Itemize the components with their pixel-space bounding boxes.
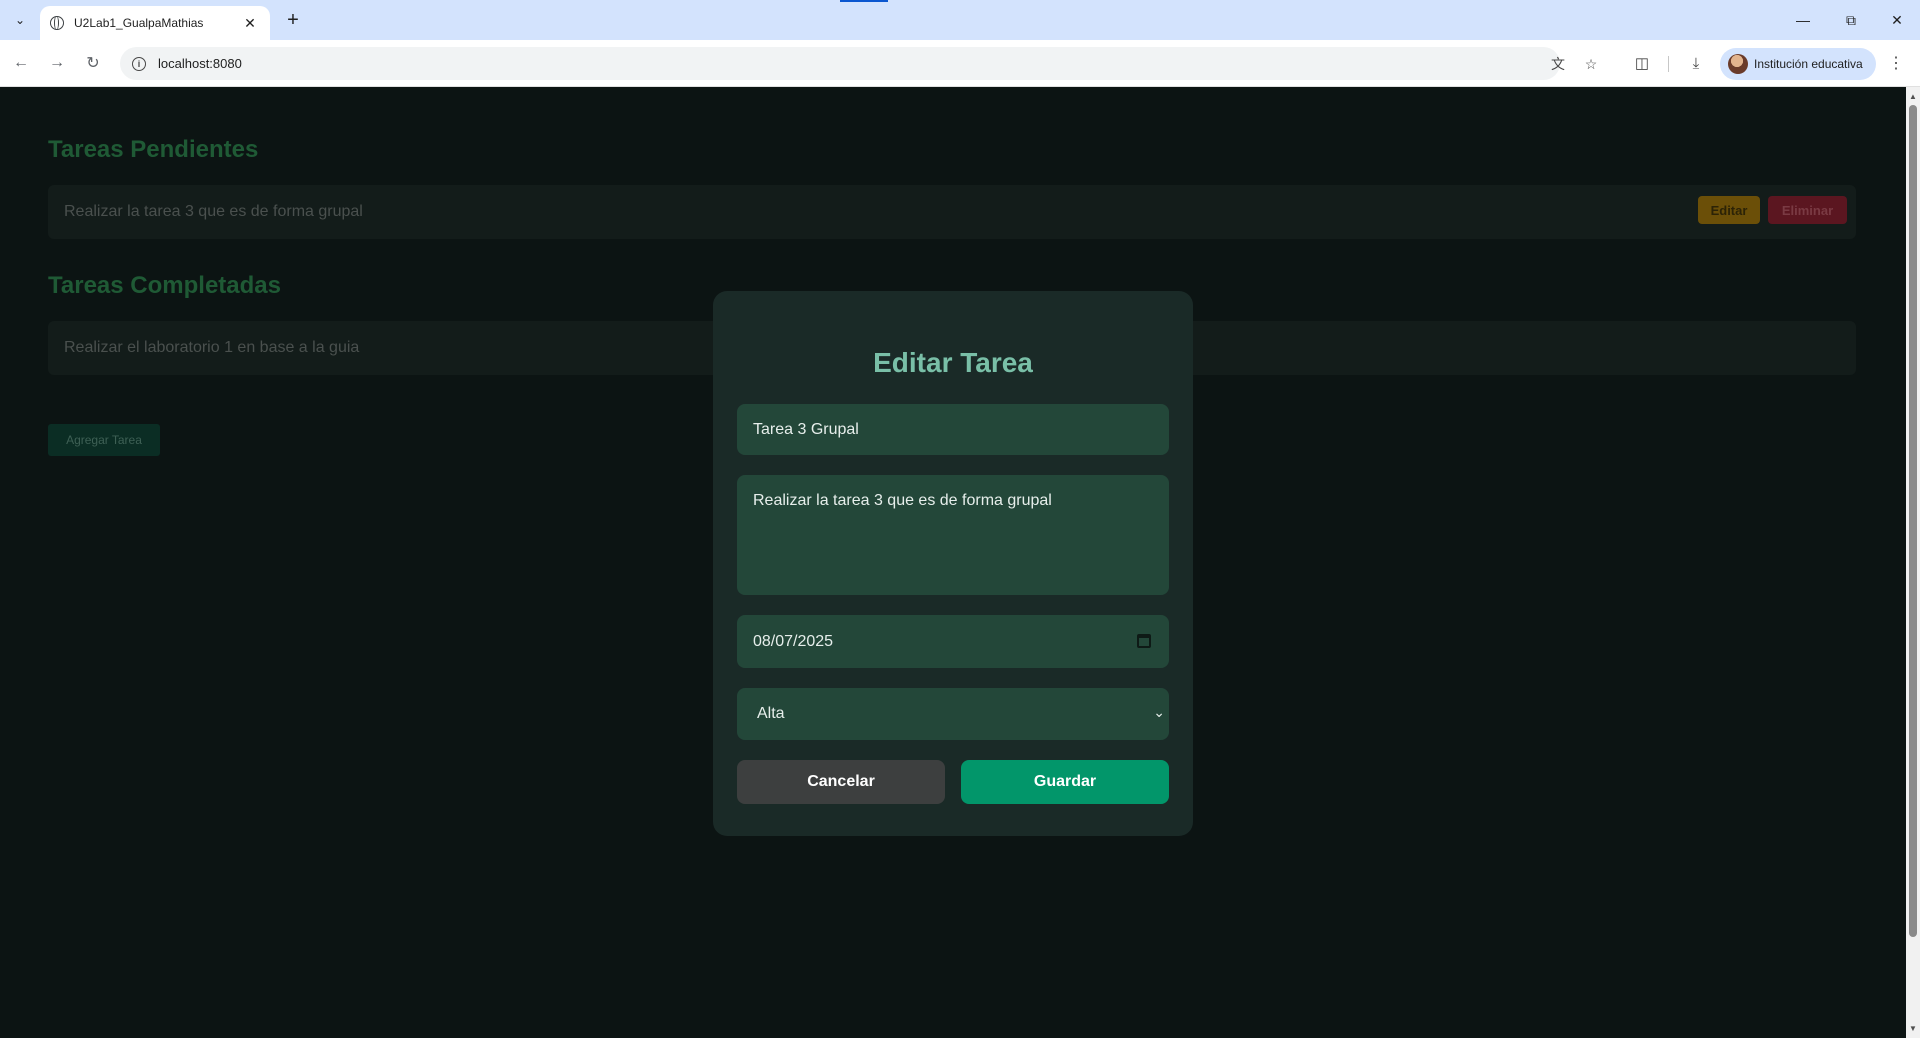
bookmark-star-icon[interactable]: ☆ [1582, 55, 1600, 73]
task-text: Realizar el laboratorio 1 en base a la g… [64, 339, 360, 356]
scroll-down-arrow-icon[interactable]: ▼ [1909, 1024, 1917, 1033]
browser-toolbar: ← → ↻ i localhost:8080 文 ☆ ◫ ⤓ Instituci… [0, 40, 1920, 87]
date-value: 08/07/2025 [753, 632, 834, 650]
profile-button[interactable]: Institución educativa [1720, 48, 1876, 80]
window-close-icon[interactable]: ✕ [1874, 6, 1920, 34]
browser-tab[interactable]: U2Lab1_GualpaMathias ✕ [40, 6, 270, 40]
tab-search-chevron-icon[interactable]: ⌄ [8, 8, 32, 32]
completed-heading: Tareas Completadas [48, 272, 281, 299]
scrollbar-thumb[interactable] [1909, 105, 1917, 937]
task-date-input[interactable]: 08/07/2025 [737, 615, 1169, 668]
chevron-down-icon: ⌄ [1153, 704, 1165, 720]
edit-button[interactable]: Editar [1698, 196, 1760, 224]
task-title-input[interactable]: Tarea 3 Grupal [737, 404, 1169, 455]
tab-strip-indicator [840, 0, 888, 2]
forward-arrow-icon[interactable]: → [44, 50, 70, 76]
pending-task-row: Realizar la tarea 3 que es de forma grup… [48, 185, 1856, 239]
globe-icon [50, 16, 64, 30]
reload-icon[interactable]: ↻ [80, 50, 106, 76]
delete-button[interactable]: Eliminar [1768, 196, 1847, 224]
task-description-textarea[interactable]: Realizar la tarea 3 que es de forma grup… [737, 475, 1169, 595]
extensions-icon[interactable]: ◫ [1631, 52, 1653, 74]
task-text: Realizar la tarea 3 que es de forma grup… [64, 203, 363, 220]
priority-value: Alta [757, 705, 785, 722]
restore-icon[interactable]: ⧉ [1828, 6, 1874, 34]
minimize-icon[interactable]: — [1780, 6, 1826, 34]
cancel-button[interactable]: Cancelar [737, 760, 945, 804]
modal-title: Editar Tarea [873, 347, 1033, 378]
add-task-button[interactable]: Agregar Tarea [48, 424, 160, 456]
tab-title: U2Lab1_GualpaMathias [74, 16, 204, 30]
address-bar[interactable]: i localhost:8080 文 ☆ [120, 47, 1597, 80]
save-button[interactable]: Guardar [961, 760, 1169, 804]
priority-select[interactable]: Alta ⌄ [737, 688, 1169, 740]
profile-label: Institución educativa [1754, 57, 1863, 71]
tab-close-icon[interactable]: ✕ [240, 15, 260, 32]
site-info-icon[interactable]: i [132, 56, 146, 71]
pending-heading: Tareas Pendientes [48, 136, 259, 163]
toolbar-divider [1668, 56, 1669, 72]
new-tab-icon[interactable]: + [281, 8, 305, 32]
url-text: localhost:8080 [158, 56, 242, 71]
scroll-up-arrow-icon[interactable]: ▲ [1909, 92, 1917, 101]
translate-icon[interactable]: 文 [1549, 55, 1567, 73]
avatar [1728, 54, 1748, 74]
download-icon[interactable]: ⤓ [1685, 52, 1707, 74]
edit-task-modal: Editar Tarea Tarea 3 Grupal Realizar la … [713, 291, 1193, 836]
browser-tab-bar: ⌄ U2Lab1_GualpaMathias ✕ + — ⧉ ✕ [0, 0, 1920, 40]
calendar-icon[interactable] [1137, 634, 1151, 648]
more-menu-icon[interactable]: ⋮ [1886, 52, 1906, 74]
back-arrow-icon[interactable]: ← [8, 50, 34, 76]
